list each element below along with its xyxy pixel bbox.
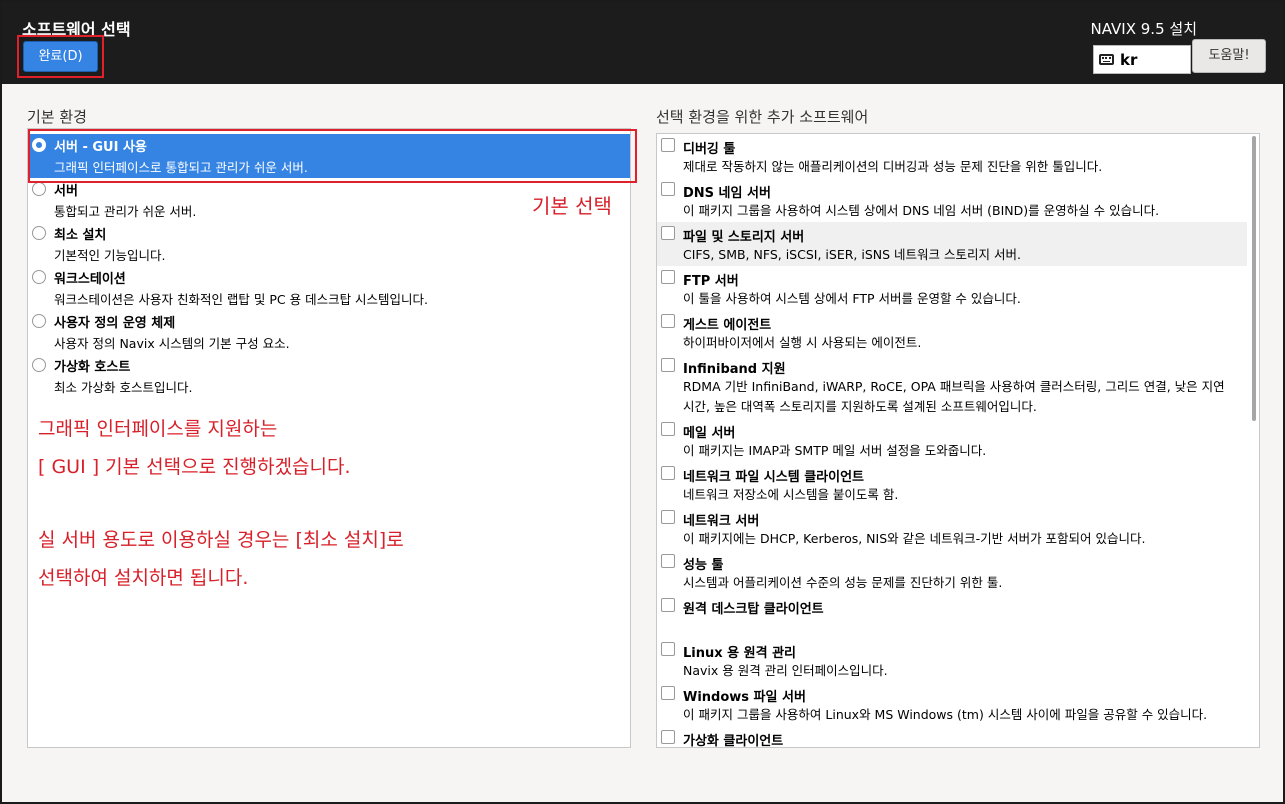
env-item-name: 사용자 정의 운영 체제 (54, 316, 176, 331)
checkbox[interactable] (661, 138, 675, 152)
addon-item-windows-file-server[interactable]: Windows 파일 서버 이 패키지 그룹을 사용하여 Linux와 MS W… (657, 682, 1247, 726)
addon-item-name: 메일 서버 (683, 426, 736, 441)
addon-item-mail-server[interactable]: 메일 서버 이 패키지는 IMAP과 SMTP 메일 서버 설정을 도와줍니다. (657, 418, 1247, 462)
env-item-server-gui[interactable]: 서버 - GUI 사용 그래픽 인터페이스로 통합되고 관리가 쉬운 서버. (28, 134, 630, 178)
radio-button[interactable] (32, 358, 46, 372)
addon-item-name: 가상화 클라이언트 (683, 734, 784, 748)
checkbox[interactable] (661, 226, 675, 240)
checkbox[interactable] (661, 422, 675, 436)
addon-item-name: 성능 툴 (683, 558, 724, 573)
annotation-default-select: 기본 선택 (532, 194, 612, 218)
addon-item-name: 게스트 에이전트 (683, 318, 772, 333)
addon-item-desc: 제대로 작동하지 않는 애플리케이션의 디버깅과 성능 문제 진단을 위한 툴입… (683, 159, 1103, 174)
install-title: NAVIX 9.5 설치 (1090, 20, 1197, 38)
addon-item-name: 네트워크 파일 시스템 클라이언트 (683, 470, 865, 485)
env-item-desc: 통합되고 관리가 쉬운 서버. (54, 204, 197, 219)
addon-item-debugging-tools[interactable]: 디버깅 툴 제대로 작동하지 않는 애플리케이션의 디버깅과 성능 문제 진단을… (657, 134, 1247, 178)
addon-item-desc: RDMA 기반 InfiniBand, iWARP, RoCE, OPA 패브릭… (683, 379, 1225, 414)
addon-item-desc: 이 툴을 사용하여 시스템 상에서 FTP 서버를 운영할 수 있습니다. (683, 291, 1021, 306)
done-button[interactable]: 완료(D) (23, 41, 98, 72)
keyboard-layout-indicator[interactable]: kr (1093, 45, 1191, 74)
checkbox[interactable] (661, 554, 675, 568)
checkbox[interactable] (661, 182, 675, 196)
addon-item-network-servers[interactable]: 네트워크 서버 이 패키지에는 DHCP, Kerberos, NIS와 같은 … (657, 506, 1247, 550)
env-item-name: 가상화 호스트 (54, 360, 131, 375)
help-button[interactable]: 도움말! (1192, 39, 1266, 73)
checkbox[interactable] (661, 466, 675, 480)
annotation-line-3: 실 서버 용도로 이용하실 경우는 [최소 설치]로 (38, 529, 404, 551)
addon-item-desc: 하이퍼바이저에서 실행 시 사용되는 에이전트. (683, 335, 922, 350)
addon-item-nfs-client[interactable]: 네트워크 파일 시스템 클라이언트 네트워크 저장소에 시스템을 붙이도록 함. (657, 462, 1247, 506)
env-item-name: 서버 - GUI 사용 (54, 140, 147, 155)
addon-item-desc: 이 패키지는 IMAP과 SMTP 메일 서버 설정을 도와줍니다. (683, 443, 987, 458)
addon-item-file-storage-server[interactable]: 파일 및 스토리지 서버 CIFS, SMB, NFS, iSCSI, iSER… (657, 222, 1247, 266)
env-item-desc: 워크스테이션은 사용자 친화적인 랩탑 및 PC 용 데스크탑 시스템입니다. (54, 292, 429, 307)
checkbox[interactable] (661, 642, 675, 656)
addon-item-guest-agents[interactable]: 게스트 에이전트 하이퍼바이저에서 실행 시 사용되는 에이전트. (657, 310, 1247, 354)
env-item-custom-os[interactable]: 사용자 정의 운영 체제 사용자 정의 Navix 시스템의 기본 구성 요소. (28, 310, 630, 354)
addon-item-name: 디버깅 툴 (683, 142, 736, 157)
env-item-virtualization-host[interactable]: 가상화 호스트 최소 가상화 호스트입니다. (28, 354, 630, 398)
addon-item-name: FTP 서버 (683, 274, 739, 289)
checkbox[interactable] (661, 314, 675, 328)
addon-item-infiniband[interactable]: Infiniband 지원 RDMA 기반 InfiniBand, iWARP,… (657, 354, 1247, 418)
addon-item-desc: Navix 용 원격 관리 인터페이스입니다. (683, 663, 888, 678)
checkbox[interactable] (661, 730, 675, 744)
radio-button[interactable] (32, 314, 46, 328)
checkbox[interactable] (661, 270, 675, 284)
addon-item-desc: 이 패키지 그룹을 사용하여 Linux와 MS Windows (tm) 시스… (683, 707, 1208, 722)
installer-window: 소프트웨어 선택 완료(D) NAVIX 9.5 설치 kr 도움말! 기본 환… (0, 0, 1285, 804)
env-item-desc: 사용자 정의 Navix 시스템의 기본 구성 요소. (54, 336, 290, 351)
addon-item-remote-desktop-clients[interactable]: 원격 데스크탑 클라이언트 (657, 594, 1247, 638)
addon-item-desc: 네트워크 저장소에 시스템을 붙이도록 함. (683, 487, 899, 502)
base-env-title: 기본 환경 (27, 108, 87, 126)
addon-item-performance-tools[interactable]: 성능 툴 시스템과 어플리케이션 수준의 성능 문제를 진단하기 위한 툴. (657, 550, 1247, 594)
env-item-desc: 최소 가상화 호스트입니다. (54, 380, 193, 395)
addon-item-desc: 이 패키지에는 DHCP, Kerberos, NIS와 같은 네트워크-기반 … (683, 531, 1146, 546)
env-item-name: 서버 (54, 184, 78, 199)
env-item-desc: 기본적인 기능입니다. (54, 248, 166, 263)
checkbox[interactable] (661, 358, 675, 372)
addon-item-name: 네트워크 서버 (683, 514, 760, 529)
checkbox[interactable] (661, 510, 675, 524)
radio-button[interactable] (32, 182, 46, 196)
addons-title: 선택 환경을 위한 추가 소프트웨어 (656, 108, 869, 126)
addon-item-desc: 시스템과 어플리케이션 수준의 성능 문제를 진단하기 위한 툴. (683, 575, 1003, 590)
radio-button[interactable] (32, 138, 46, 152)
annotation-line-4: 선택하여 설치하면 됩니다. (38, 567, 249, 589)
addon-list: 디버깅 툴 제대로 작동하지 않는 애플리케이션의 디버깅과 성능 문제 진단을… (656, 133, 1260, 748)
addon-item-virtualization-client[interactable]: 가상화 클라이언트 (657, 726, 1247, 748)
env-item-name: 최소 설치 (54, 228, 107, 243)
checkbox[interactable] (661, 686, 675, 700)
radio-button[interactable] (32, 226, 46, 240)
addon-item-name: DNS 네임 서버 (683, 186, 771, 201)
top-bar: 소프트웨어 선택 완료(D) NAVIX 9.5 설치 kr 도움말! (2, 2, 1283, 84)
env-item-desc: 그래픽 인터페이스로 통합되고 관리가 쉬운 서버. (54, 160, 308, 175)
checkbox[interactable] (661, 598, 675, 612)
done-button-highlight: 완료(D) (17, 35, 104, 78)
addon-list-scrollbar[interactable] (1252, 136, 1256, 421)
addon-item-ftp-server[interactable]: FTP 서버 이 툴을 사용하여 시스템 상에서 FTP 서버를 운영할 수 있… (657, 266, 1247, 310)
addon-item-name: Windows 파일 서버 (683, 690, 806, 705)
radio-button[interactable] (32, 270, 46, 284)
annotation-line-1: 그래픽 인터페이스를 지원하는 (38, 418, 278, 440)
annotation-line-2: [ GUI ] 기본 선택으로 진행하겠습니다. (38, 456, 351, 478)
addon-item-desc: 이 패키지 그룹을 사용하여 시스템 상에서 DNS 네임 서버 (BIND)를… (683, 203, 1160, 218)
addon-item-remote-management[interactable]: Linux 용 원격 관리 Navix 용 원격 관리 인터페이스입니다. (657, 638, 1247, 682)
addon-item-dns-server[interactable]: DNS 네임 서버 이 패키지 그룹을 사용하여 시스템 상에서 DNS 네임 … (657, 178, 1247, 222)
env-item-workstation[interactable]: 워크스테이션 워크스테이션은 사용자 친화적인 랩탑 및 PC 용 데스크탑 시… (28, 266, 630, 310)
addon-item-name: 파일 및 스토리지 서버 (683, 230, 805, 245)
env-item-name: 워크스테이션 (54, 272, 126, 287)
keyboard-icon (1099, 54, 1114, 65)
keyboard-layout-label: kr (1120, 51, 1138, 69)
addon-item-desc: CIFS, SMB, NFS, iSCSI, iSER, iSNS 네트워크 스… (683, 247, 1021, 262)
addon-item-name: Infiniband 지원 (683, 362, 786, 377)
env-item-minimal[interactable]: 최소 설치 기본적인 기능입니다. (28, 222, 630, 266)
addon-item-name: Linux 용 원격 관리 (683, 646, 797, 661)
addon-item-name: 원격 데스크탑 클라이언트 (683, 602, 824, 617)
